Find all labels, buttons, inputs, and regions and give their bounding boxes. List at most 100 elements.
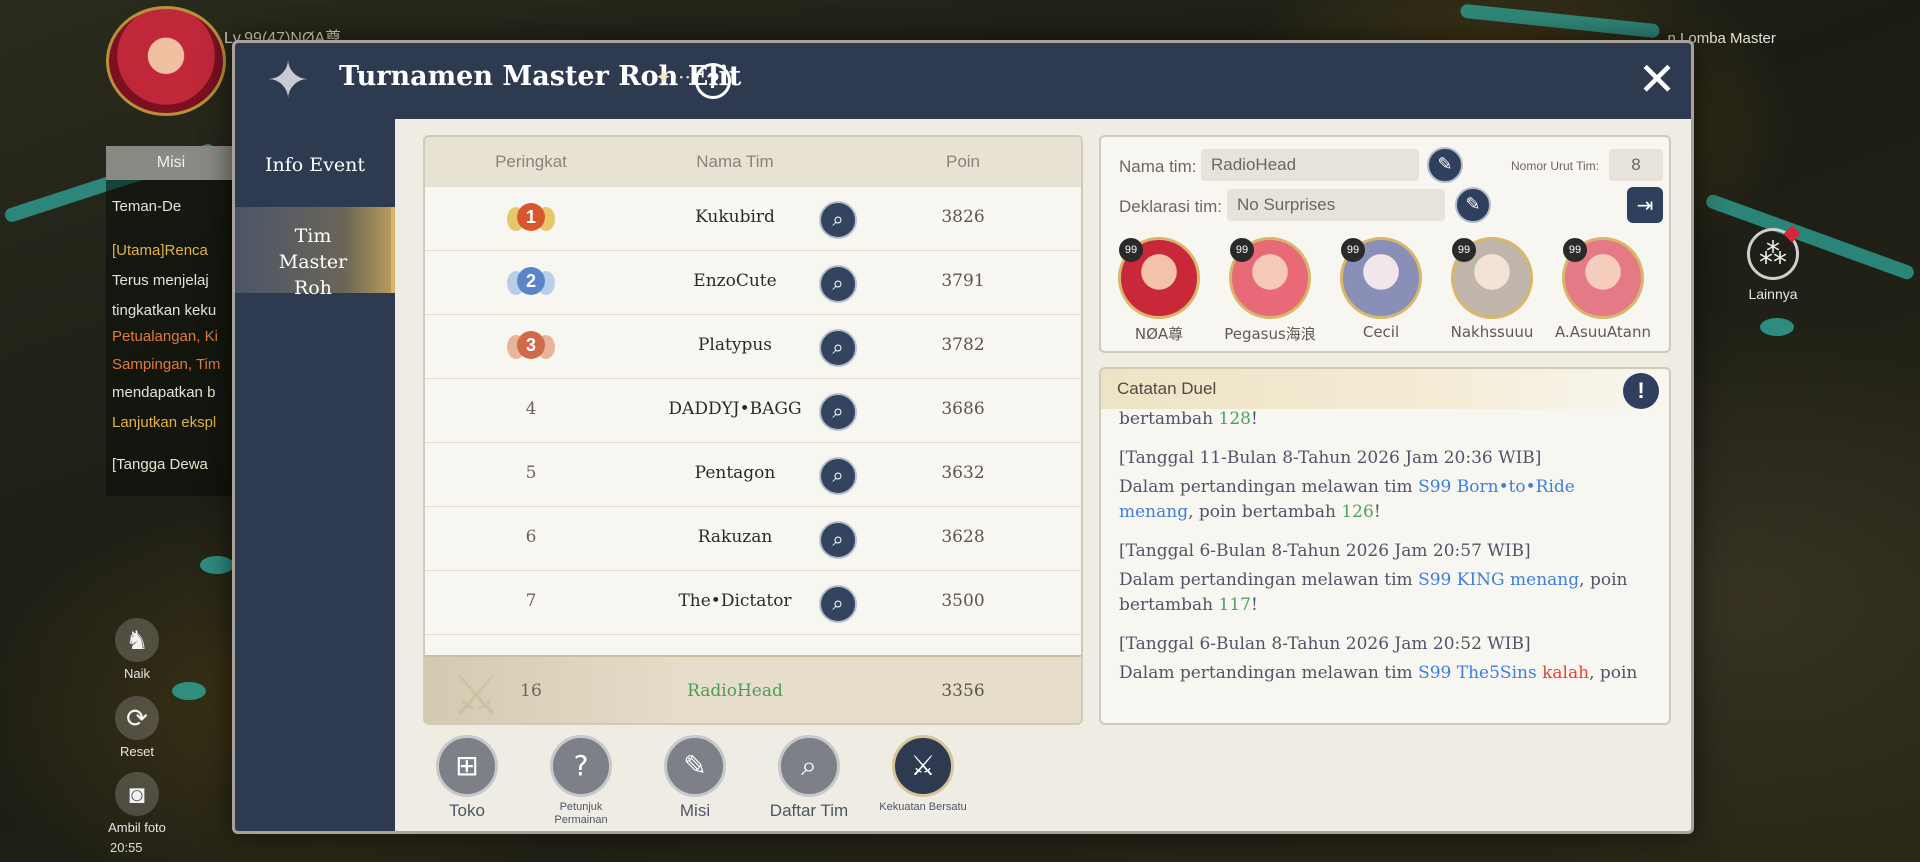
row-rank: 5 xyxy=(525,463,537,483)
log-result: menang xyxy=(1119,502,1189,522)
own-points: 3356 xyxy=(941,681,985,701)
declaration-field: No Surprises xyxy=(1227,189,1445,221)
row-rank: 4 xyxy=(525,399,537,419)
log-date: [Tanggal 6-Bulan 8-Tahun 2026 Jam 20:52 … xyxy=(1119,634,1531,654)
screenshot-label: Ambil foto xyxy=(108,820,166,835)
mount-button[interactable]: ♞ Naik xyxy=(102,618,172,681)
team-member[interactable]: 99 A.AsuuAtann xyxy=(1553,237,1653,341)
help-icon[interactable]: ? xyxy=(695,63,731,99)
member-avatar: 99 xyxy=(1340,237,1422,319)
team-member[interactable]: 99 NØA尊 xyxy=(1109,237,1209,344)
log-text: Dalam pertandingan melawan tim xyxy=(1119,477,1419,497)
log-opponent: S99 Born•to•Ride xyxy=(1418,477,1575,497)
edit-name-icon[interactable]: ✎ xyxy=(1427,147,1463,183)
duel-log-title: Catatan Duel xyxy=(1101,369,1669,409)
camera-reset-icon: ⟳ xyxy=(115,696,159,740)
row-team-name: Platypus xyxy=(697,335,773,355)
member-name: Nakhssuuu xyxy=(1450,323,1534,341)
row-rank: 6 xyxy=(525,527,537,547)
close-icon[interactable]: ✕ xyxy=(1635,56,1679,102)
button-label: Petunjuk Permainan xyxy=(554,801,608,826)
duel-log-list[interactable]: bertambah 128! [Tanggal 11-Bulan 8-Tahun… xyxy=(1119,407,1649,719)
member-name: A.AsuuAtann xyxy=(1555,323,1651,341)
team-number-field: 8 xyxy=(1609,149,1663,181)
duel-log-entry: [Tanggal 11-Bulan 8-Tahun 2026 Jam 20:36… xyxy=(1119,446,1649,525)
header-points: Poin xyxy=(945,152,981,171)
member-level: 99 xyxy=(1563,238,1587,262)
row-team-name: DADDYJ•BAGG xyxy=(668,399,802,419)
mission-line: Sampingan, Tim xyxy=(112,356,221,373)
member-level: 99 xyxy=(1119,238,1143,262)
log-entries: [Tanggal 11-Bulan 8-Tahun 2026 Jam 20:36… xyxy=(1119,446,1649,686)
sparkle-icon: ✦··· xyxy=(655,65,691,89)
log-date: [Tanggal 11-Bulan 8-Tahun 2026 Jam 20:36… xyxy=(1119,448,1542,468)
search-icon[interactable]: ⌕ xyxy=(819,201,857,239)
bg-dot xyxy=(1760,318,1794,336)
row-points: 3782 xyxy=(941,335,985,355)
row-points: 3791 xyxy=(941,271,985,291)
member-level: 99 xyxy=(1341,238,1365,262)
question-book-button[interactable]: ? Petunjuk Permainan xyxy=(533,735,629,827)
tab-team-master[interactable]: Tim Master Roh xyxy=(235,207,395,299)
row-team-name: Rakuzan xyxy=(697,527,773,547)
duel-log-panel: Catatan Duel ! bertambah 128! [Tanggal 1… xyxy=(1099,367,1671,725)
reset-label: Reset xyxy=(120,744,154,759)
table-row: 4 DADDYJ•BAGG ⌕ 3686 xyxy=(425,379,1081,443)
row-rank: 7 xyxy=(525,591,537,611)
player-avatar[interactable] xyxy=(106,6,226,116)
medal-rank: 1 xyxy=(517,203,545,231)
button-label: Misi xyxy=(679,801,711,820)
duel-log-entry: [Tanggal 6-Bulan 8-Tahun 2026 Jam 20:57 … xyxy=(1119,539,1649,618)
log-text: bertambah xyxy=(1119,409,1219,429)
united-power-button[interactable]: ⚔ Kekuatan Bersatu xyxy=(875,735,971,814)
search-icon[interactable]: ⌕ xyxy=(819,265,857,303)
table-row: 7 The•Dictator ⌕ 3500 xyxy=(425,571,1081,635)
table-row: 1 Kukubird ⌕ 3826 xyxy=(425,187,1081,251)
screenshot-button[interactable]: ◙ Ambil foto xyxy=(102,772,172,835)
member-name: Pegasus海浪 xyxy=(1224,325,1316,343)
more-button[interactable]: ⁂ Lainnya xyxy=(1738,225,1808,302)
camera-icon: ◙ xyxy=(115,772,159,816)
declaration-label: Deklarasi tim: xyxy=(1119,197,1222,216)
shop-button[interactable]: ⊞ Toko xyxy=(419,735,515,821)
mission-line: tingkatkan keku xyxy=(112,302,217,319)
team-info-panel: Nama tim: RadioHead ✎ Nomor Urut Tim: 8 … xyxy=(1099,135,1671,353)
search-icon[interactable]: ⌕ xyxy=(819,393,857,431)
edit-declaration-icon[interactable]: ✎ xyxy=(1455,187,1491,223)
search-icon[interactable]: ⌕ xyxy=(819,329,857,367)
table-row: 6 Rakuzan ⌕ 3628 xyxy=(425,507,1081,571)
team-list-button[interactable]: ⌕ Daftar Tim xyxy=(761,735,857,821)
tab-info-event[interactable]: Info Event xyxy=(235,143,395,187)
tab-label: Info Event xyxy=(265,154,365,176)
search-icon[interactable]: ⌕ xyxy=(819,521,857,559)
ranking-table: Peringkat Nama Tim Poin 1 Kukubird ⌕ 3826 2 E… xyxy=(423,135,1083,725)
table-row: 3 Platypus ⌕ 3782 xyxy=(425,315,1081,379)
reset-camera-button[interactable]: ⟳ Reset xyxy=(102,696,172,759)
log-points: 126 xyxy=(1341,502,1374,522)
team-member[interactable]: 99 Cecil xyxy=(1331,237,1431,341)
info-alert-icon[interactable]: ! xyxy=(1623,373,1659,409)
log-text: , poin xyxy=(1589,663,1638,683)
row-team-name: Pentagon xyxy=(694,463,776,483)
search-icon[interactable]: ⌕ xyxy=(819,585,857,623)
team-member[interactable]: 99 Nakhssuuu xyxy=(1442,237,1542,341)
shop-icon: ⊞ xyxy=(436,735,498,797)
log-message: Dalam pertandingan melawan tim S99 KING … xyxy=(1119,568,1649,618)
log-text: , poin bertambah xyxy=(1188,502,1342,522)
mission-tab[interactable]: Misi xyxy=(106,146,236,180)
member-avatar: 99 xyxy=(1229,237,1311,319)
mission-button[interactable]: ✎ Misi xyxy=(647,735,743,821)
search-icon[interactable]: ⌕ xyxy=(819,457,857,495)
team-list-icon: ⌕ xyxy=(778,735,840,797)
log-message: Dalam pertandingan melawan tim S99 Born•… xyxy=(1119,475,1649,525)
team-name-field: RadioHead xyxy=(1201,149,1419,181)
mission-line: Terus menjelaj xyxy=(112,272,209,289)
mission-line: [Tangga Dewa xyxy=(112,456,208,473)
title-bar: ✦ Turnamen Master Roh Elit ✦··· ? ✕ xyxy=(235,43,1691,119)
member-avatar: 99 xyxy=(1118,237,1200,319)
mission-line: Petualangan, Ki xyxy=(112,328,218,345)
table-row: 5 Pentagon ⌕ 3632 xyxy=(425,443,1081,507)
team-member[interactable]: 99 Pegasus海浪 xyxy=(1220,237,1320,344)
leave-team-icon[interactable]: ⇥ xyxy=(1627,187,1663,223)
row-points: 3500 xyxy=(941,591,985,611)
